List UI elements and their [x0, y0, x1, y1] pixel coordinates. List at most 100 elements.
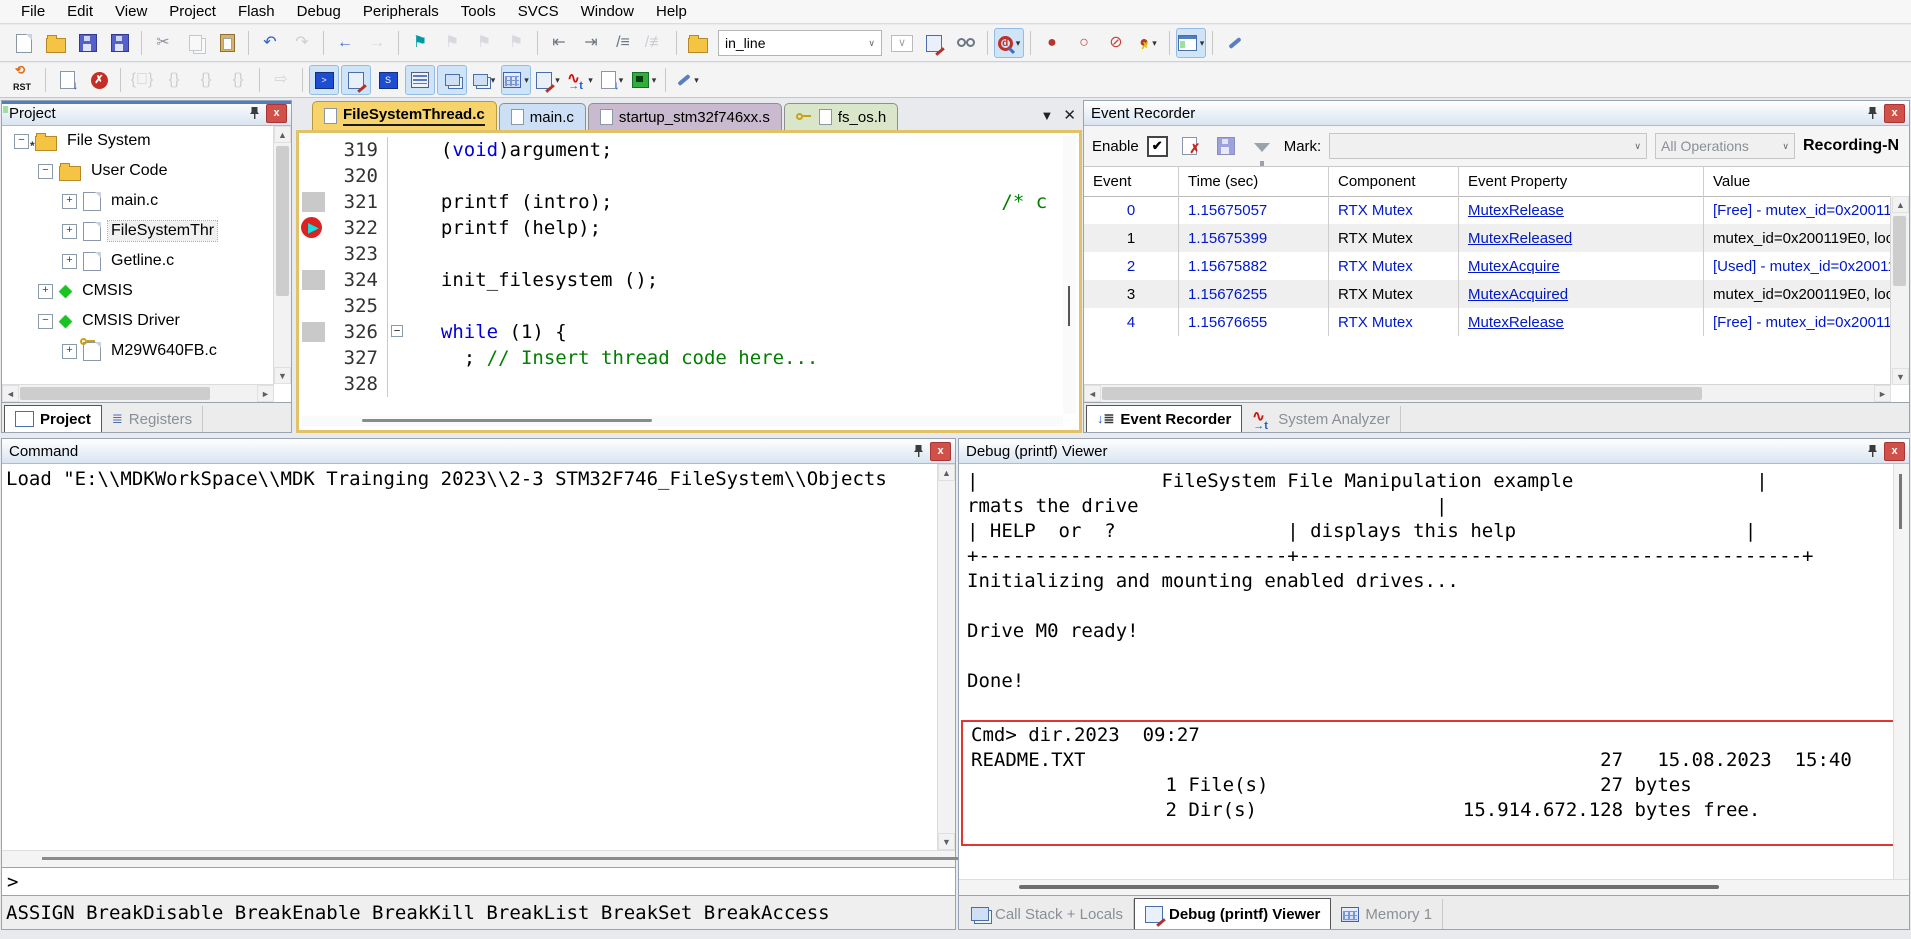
pin-icon[interactable]: [1864, 105, 1880, 121]
menu-project[interactable]: Project: [158, 3, 227, 20]
event-row-1[interactable]: 11.15675399RTX MutexMutexReleasedmutex_i…: [1084, 224, 1891, 252]
menu-tools[interactable]: Tools: [450, 3, 507, 20]
command-input[interactable]: >: [2, 867, 955, 895]
save-events-button[interactable]: [1212, 133, 1240, 159]
disassembly-window-button[interactable]: [341, 65, 371, 95]
column-header-event-property[interactable]: Event Property: [1459, 167, 1704, 196]
configure-target-button[interactable]: [1219, 28, 1249, 58]
toolbox-button[interactable]: ▾: [672, 65, 702, 95]
system-viewer-button[interactable]: ▾: [629, 65, 659, 95]
close-document-icon[interactable]: ✕: [1063, 106, 1076, 124]
window-layout-button[interactable]: ▾: [1176, 28, 1206, 58]
pin-icon[interactable]: [910, 443, 926, 459]
editor-tab-main-c[interactable]: main.c: [499, 103, 586, 130]
tree-item-m29w640fb-c[interactable]: +M29W640FB.c: [2, 336, 291, 366]
step-out-button[interactable]: {}: [191, 65, 221, 95]
command-h-scrollbar[interactable]: [2, 850, 955, 867]
step-button[interactable]: {᷒}: [127, 65, 157, 95]
event-property-link[interactable]: MutexRelease: [1459, 308, 1704, 336]
operations-combobox[interactable]: All Operations∨: [1655, 133, 1795, 159]
close-icon[interactable]: x: [1884, 442, 1905, 461]
editor-tab-filesystemthread-c[interactable]: FileSystemThread.c: [312, 101, 497, 130]
expand-icon[interactable]: +: [62, 344, 77, 359]
tree-item-main-c[interactable]: +main.c: [2, 186, 291, 216]
tree-item-filesystemthr[interactable]: +FileSystemThr: [2, 216, 291, 246]
menu-file[interactable]: File: [10, 3, 56, 20]
unindent-button[interactable]: ⇤: [544, 28, 574, 58]
start-stop-debug-button[interactable]: d▾: [994, 28, 1024, 58]
menu-help[interactable]: Help: [645, 3, 698, 20]
debug-viewer-output[interactable]: | FileSystem File Manipulation example |…: [959, 464, 1909, 879]
debug-viewer-h-scrollbar[interactable]: [959, 879, 1909, 895]
tab-project[interactable]: Project: [4, 405, 102, 432]
bookmark-toggle-button[interactable]: ⚑: [405, 28, 435, 58]
collapse-icon[interactable]: −: [14, 134, 29, 149]
find-text-combobox[interactable]: in_line∨: [718, 30, 882, 56]
serial-window-button[interactable]: ▾: [533, 65, 563, 95]
debug-viewer-v-scrollbar[interactable]: [1893, 464, 1909, 879]
editor-h-scrollbar[interactable]: [302, 416, 1063, 426]
close-icon[interactable]: x: [930, 442, 951, 461]
project-v-scrollbar[interactable]: ▲▼: [273, 126, 291, 384]
column-header-component[interactable]: Component: [1329, 167, 1459, 196]
bookmark-previous-button[interactable]: ⚑: [437, 28, 467, 58]
tree-item-user-code[interactable]: −User Code: [2, 156, 291, 186]
enable-disable-breakpoint-button[interactable]: ○: [1069, 28, 1099, 58]
tab-registers[interactable]: ≣Registers: [102, 406, 203, 432]
menu-svcs[interactable]: SVCS: [507, 3, 570, 20]
fold-minus-icon[interactable]: −: [391, 325, 403, 337]
collapse-icon[interactable]: −: [38, 164, 53, 179]
symbol-window-button[interactable]: S: [373, 65, 403, 95]
menu-peripherals[interactable]: Peripherals: [352, 3, 450, 20]
enable-checkbox[interactable]: ✔: [1147, 136, 1168, 157]
tab-list-icon[interactable]: ▼: [1041, 108, 1054, 123]
insert-breakpoint-button[interactable]: ●: [1037, 28, 1067, 58]
filter-button[interactable]: [1248, 133, 1276, 159]
menu-view[interactable]: View: [104, 3, 158, 20]
command-v-scrollbar[interactable]: ▲▼: [937, 464, 955, 850]
expand-icon[interactable]: +: [62, 254, 77, 269]
editor-v-scrollbar[interactable]: [1063, 136, 1076, 414]
close-icon[interactable]: x: [266, 104, 287, 123]
step-over-button[interactable]: {}: [159, 65, 189, 95]
search-options-button[interactable]: ∨: [887, 28, 917, 58]
tab-system-analyzer[interactable]: System Analyzer: [1242, 406, 1401, 432]
pin-icon[interactable]: [246, 105, 262, 121]
event-property-link[interactable]: MutexReleased: [1459, 224, 1704, 252]
save-all-button[interactable]: [105, 28, 135, 58]
memory-window-button[interactable]: ▾: [501, 65, 531, 95]
event-row-0[interactable]: 01.15675057RTX MutexMutexRelease[Free] -…: [1084, 196, 1891, 224]
navigate-back-button[interactable]: ←: [330, 28, 360, 58]
redo-button[interactable]: ↷: [287, 28, 317, 58]
command-output[interactable]: Load "E:\\MDKWorkSpace\\MDK Trainging 20…: [2, 464, 955, 850]
command-window-button[interactable]: >: [309, 65, 339, 95]
open-file-button[interactable]: [41, 28, 71, 58]
table-h-scrollbar[interactable]: ◄►: [1084, 384, 1891, 402]
menu-window[interactable]: Window: [570, 3, 645, 20]
undo-button[interactable]: ↶: [255, 28, 285, 58]
expand-icon[interactable]: +: [62, 194, 77, 209]
event-row-2[interactable]: 21.15675882RTX MutexMutexAcquire[Used] -…: [1084, 252, 1891, 280]
clear-events-button[interactable]: [1176, 133, 1204, 159]
insert-trace-point-button[interactable]: [52, 65, 82, 95]
editor-code-area[interactable]: 319 (void)argument;320321 printf (intro)…: [299, 137, 1063, 414]
registers-window-button[interactable]: [405, 65, 435, 95]
incremental-find-button[interactable]: [951, 28, 981, 58]
tree-item-cmsis[interactable]: +◆CMSIS: [2, 276, 291, 306]
navigate-forward-button[interactable]: →: [362, 28, 392, 58]
tree-item-cmsis-driver[interactable]: −◆CMSIS Driver: [2, 306, 291, 336]
tab-debug-printf-viewer[interactable]: Debug (printf) Viewer: [1134, 898, 1331, 929]
run-to-cursor-button[interactable]: {}: [223, 65, 253, 95]
expand-icon[interactable]: +: [38, 284, 53, 299]
run-button[interactable]: ⇨: [266, 65, 296, 95]
analysis-window-button[interactable]: ▾: [565, 65, 595, 95]
event-property-link[interactable]: MutexAcquire: [1459, 252, 1704, 280]
watch-window-button[interactable]: ▾: [469, 65, 499, 95]
reset-cpu-button[interactable]: [9, 65, 39, 95]
copy-button[interactable]: [180, 28, 210, 58]
find-in-files-button[interactable]: [683, 28, 713, 58]
kill-all-breakpoints-button[interactable]: ●✗▾: [1133, 28, 1163, 58]
table-v-scrollbar[interactable]: ▲▼: [1890, 196, 1909, 385]
cut-button[interactable]: ✂: [148, 28, 178, 58]
mark-combobox[interactable]: ∨: [1329, 133, 1647, 159]
